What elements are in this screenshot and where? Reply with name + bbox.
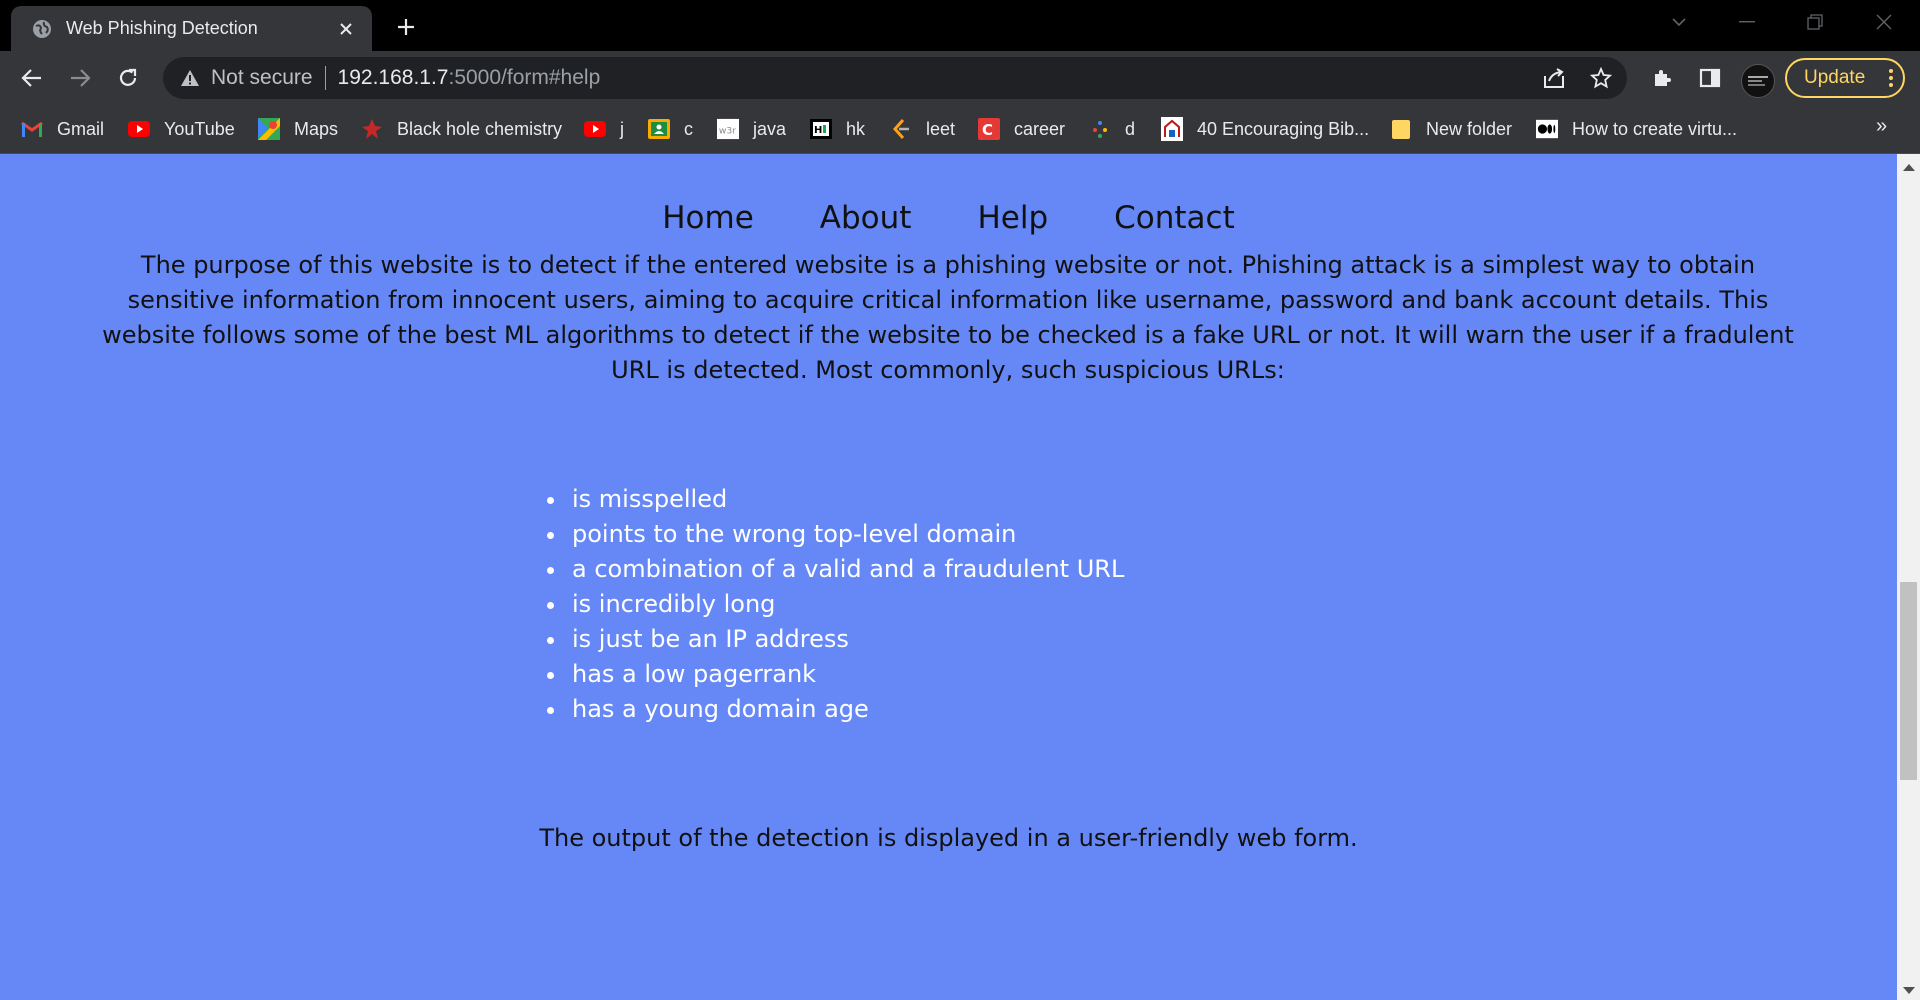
dots-icon	[1089, 118, 1111, 140]
svg-text:w3r: w3r	[719, 126, 736, 137]
svg-text:H: H	[814, 125, 822, 136]
bookmark-label: j	[620, 118, 624, 139]
extensions-icon[interactable]	[1644, 60, 1680, 96]
security-status[interactable]: Not secure	[211, 66, 313, 90]
output-note: The output of the detection is displayed…	[539, 824, 1358, 852]
list-item: has a young domain age	[568, 692, 1124, 727]
bookmark-label: Gmail	[57, 118, 105, 139]
bookmark-black-hole-chemistry[interactable]: Black hole chemistry	[361, 113, 562, 145]
side-panel-icon[interactable]	[1692, 60, 1728, 96]
bookmark-java[interactable]: w3r java	[717, 113, 786, 145]
forward-button[interactable]	[62, 60, 98, 96]
bookmark-label: New folder	[1426, 118, 1513, 139]
maps-icon	[258, 118, 280, 140]
suspicious-url-list: is misspelled points to the wrong top-le…	[542, 482, 1124, 727]
scroll-up-icon[interactable]	[1903, 164, 1915, 171]
folder-icon	[1390, 118, 1412, 140]
bookmark-hk[interactable]: H hk	[810, 113, 865, 145]
url-host: 192.168.1.7	[337, 66, 449, 89]
youtube-icon	[128, 118, 150, 140]
browser-tab[interactable]: Web Phishing Detection	[11, 6, 372, 51]
site-nav: Home About Help Contact	[0, 200, 1897, 236]
bookmark-label: c	[684, 118, 693, 139]
list-item: is just be an IP address	[568, 622, 1124, 657]
restore-button[interactable]	[1793, 6, 1837, 38]
hackerrank-icon: H	[810, 118, 832, 140]
bookmark-youtube[interactable]: YouTube	[128, 113, 235, 145]
classroom-icon	[648, 118, 670, 140]
url-path: :5000/form#help	[448, 66, 601, 89]
share-icon[interactable]	[1536, 60, 1572, 96]
page-icon	[1161, 117, 1183, 141]
bookmark-new-folder[interactable]: New folder	[1390, 113, 1512, 145]
bookmark-maps[interactable]: Maps	[258, 113, 338, 145]
update-label: Update	[1804, 67, 1866, 88]
bookmark-label: 40 Encouraging Bib...	[1197, 118, 1370, 139]
globe-icon	[31, 18, 53, 40]
medium-icon	[1536, 118, 1558, 140]
address-divider	[324, 66, 326, 90]
tab-search-icon[interactable]	[1657, 6, 1701, 38]
more-vert-icon	[1889, 69, 1893, 87]
bookmark-gmail[interactable]: Gmail	[21, 113, 104, 145]
tab-strip: Web Phishing Detection	[0, 0, 1920, 51]
bookmark-encouraging[interactable]: 40 Encouraging Bib...	[1161, 113, 1369, 145]
list-item: points to the wrong top-level domain	[568, 517, 1124, 552]
bookmark-leet[interactable]: leet	[890, 113, 955, 145]
svg-text:C: C	[982, 121, 993, 139]
close-icon[interactable]	[332, 15, 360, 43]
bookmark-label: How to create virtu...	[1572, 118, 1738, 139]
bookmark-label: YouTube	[164, 118, 235, 139]
intro-paragraph: The purpose of this website is to detect…	[102, 251, 1794, 384]
bookmark-career[interactable]: C career	[978, 113, 1065, 145]
star-icon[interactable]	[1583, 60, 1619, 96]
bookmark-label: Black hole chemistry	[397, 118, 563, 139]
bookmarks-overflow-icon[interactable]: »	[1876, 115, 1887, 138]
nav-help[interactable]: Help	[977, 200, 1048, 236]
update-button[interactable]: Update	[1785, 58, 1905, 98]
warning-icon[interactable]	[179, 67, 201, 89]
leetcode-icon	[890, 118, 912, 140]
bookmark-label: hk	[846, 118, 866, 139]
youtube-icon	[584, 118, 606, 140]
bookmarks-bar: Gmail YouTube Maps Black hole chemistry …	[0, 105, 1920, 154]
profile-avatar[interactable]	[1741, 64, 1775, 98]
bookmark-d[interactable]: d	[1089, 113, 1135, 145]
careercup-icon: C	[978, 118, 1000, 140]
close-window-button[interactable]	[1862, 6, 1906, 38]
address-bar[interactable]: Not secure 192.168.1.7:5000/form#help	[163, 57, 1627, 99]
blackhole-icon	[361, 118, 383, 140]
list-item: has a low pagerrank	[568, 657, 1124, 692]
page-scrollbar[interactable]	[1897, 154, 1920, 1000]
page-content: Home About Help Contact The purpose of t…	[0, 154, 1897, 1000]
list-item: a combination of a valid and a fraudulen…	[568, 552, 1124, 587]
browser-toolbar: Not secure 192.168.1.7:5000/form#help Up…	[0, 51, 1920, 105]
bookmark-c[interactable]: c	[648, 113, 693, 145]
list-item: is incredibly long	[568, 587, 1124, 622]
w3schools-icon: w3r	[717, 118, 739, 140]
bookmark-label: Maps	[294, 118, 339, 139]
bookmark-j[interactable]: j	[584, 113, 624, 145]
nav-about[interactable]: About	[820, 200, 912, 236]
scroll-down-icon[interactable]	[1903, 987, 1915, 994]
new-tab-button[interactable]	[390, 11, 422, 43]
back-button[interactable]	[14, 60, 50, 96]
nav-home[interactable]: Home	[662, 200, 754, 236]
nav-contact[interactable]: Contact	[1114, 200, 1235, 236]
bookmark-virtual[interactable]: How to create virtu...	[1536, 113, 1737, 145]
scrollbar-thumb[interactable]	[1900, 582, 1917, 780]
bookmark-label: leet	[926, 118, 956, 139]
list-item: is misspelled	[568, 482, 1124, 517]
minimize-button[interactable]	[1725, 6, 1769, 38]
bookmark-label: java	[753, 118, 787, 139]
bookmark-label: d	[1125, 118, 1136, 139]
reload-button[interactable]	[110, 60, 146, 96]
bookmark-label: career	[1014, 118, 1066, 139]
gmail-icon	[21, 118, 43, 140]
tab-title: Web Phishing Detection	[66, 18, 258, 38]
